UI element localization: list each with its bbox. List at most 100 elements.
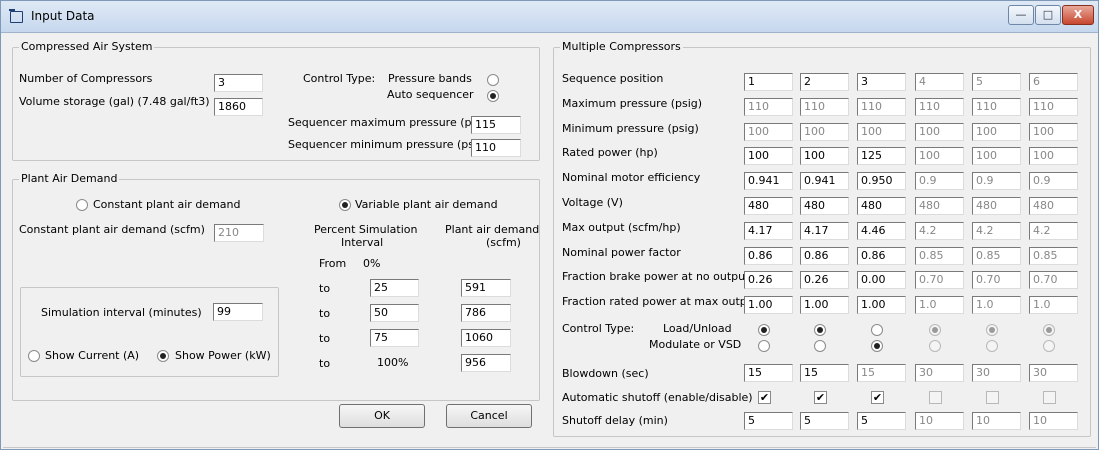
load-unload-radio[interactable] — [758, 324, 770, 336]
compressor-5-input[interactable]: 5 — [972, 73, 1021, 91]
demand-input[interactable]: 1060 — [461, 329, 511, 347]
compressor-1-input[interactable]: 1 — [744, 73, 793, 91]
compressor-4-input[interactable]: 0.70 — [915, 271, 964, 290]
modulate-vsd-radio[interactable] — [929, 340, 941, 352]
blowdown-input[interactable]: 30 — [915, 364, 964, 382]
compressor-5-input[interactable]: 480 — [972, 197, 1021, 215]
pressure-bands-radio[interactable] — [487, 74, 499, 86]
compressor-5-input[interactable]: 110 — [972, 97, 1021, 116]
compressor-2-input[interactable]: 0.941 — [800, 172, 849, 191]
compressor-6-input[interactable]: 480 — [1029, 197, 1078, 215]
compressor-5-input[interactable]: 1.0 — [972, 296, 1021, 315]
load-unload-radio[interactable] — [929, 324, 941, 336]
show-power-radio[interactable] — [157, 350, 169, 362]
compressor-2-input[interactable]: 480 — [800, 197, 849, 215]
compressor-4-input[interactable]: 0.85 — [915, 246, 964, 265]
auto-sequencer-radio[interactable] — [487, 90, 499, 102]
variable-demand-radio[interactable] — [339, 199, 351, 211]
constant-scfm-input[interactable]: 210 — [214, 224, 264, 242]
percent-input[interactable]: 25 — [370, 279, 419, 297]
compressor-3-input[interactable]: 4.46 — [857, 221, 906, 240]
constant-demand-radio[interactable] — [76, 199, 88, 211]
demand-input[interactable]: 956 — [461, 354, 511, 372]
blowdown-input[interactable]: 30 — [1029, 364, 1078, 382]
compressor-2-input[interactable]: 100 — [800, 147, 849, 166]
blowdown-input[interactable]: 15 — [857, 364, 906, 382]
compressor-3-input[interactable]: 480 — [857, 197, 906, 215]
blowdown-input[interactable]: 15 — [800, 364, 849, 382]
compressor-5-input[interactable]: 100 — [972, 122, 1021, 141]
compressor-5-input[interactable]: 0.9 — [972, 172, 1021, 191]
ok-button[interactable]: OK — [339, 404, 425, 428]
compressor-4-input[interactable]: 1.0 — [915, 296, 964, 315]
compressor-6-input[interactable]: 6 — [1029, 73, 1078, 91]
shutoff-delay-input[interactable]: 5 — [857, 412, 906, 430]
compressor-3-input[interactable]: 125 — [857, 147, 906, 166]
compressor-3-input[interactable]: 3 — [857, 73, 906, 91]
seq-max-pressure-input[interactable]: 115 — [471, 116, 521, 134]
compressor-4-input[interactable]: 100 — [915, 147, 964, 166]
compressor-3-input[interactable]: 100 — [857, 122, 906, 141]
minimize-button[interactable]: — — [1008, 5, 1034, 25]
auto-shutoff-checkbox[interactable]: ✔ — [871, 391, 884, 404]
compressor-3-input[interactable]: 0.00 — [857, 271, 906, 290]
compressor-6-input[interactable]: 110 — [1029, 97, 1078, 116]
simulation-interval-input[interactable]: 99 — [213, 303, 263, 321]
compressor-2-input[interactable]: 2 — [800, 73, 849, 91]
shutoff-delay-input[interactable]: 5 — [744, 412, 793, 430]
shutoff-delay-input[interactable]: 5 — [800, 412, 849, 430]
compressor-5-input[interactable]: 0.70 — [972, 271, 1021, 290]
compressor-2-input[interactable]: 0.26 — [800, 271, 849, 290]
auto-shutoff-checkbox[interactable] — [929, 391, 942, 404]
auto-shutoff-checkbox[interactable]: ✔ — [758, 391, 771, 404]
compressor-1-input[interactable]: 0.26 — [744, 271, 793, 290]
volume-storage-input[interactable]: 1860 — [214, 98, 263, 116]
load-unload-radio[interactable] — [1043, 324, 1055, 336]
compressor-5-input[interactable]: 0.85 — [972, 246, 1021, 265]
compressor-3-input[interactable]: 0.950 — [857, 172, 906, 191]
percent-input[interactable]: 75 — [370, 329, 419, 347]
title-bar[interactable]: Input Data — □ X — [1, 1, 1098, 33]
compressor-6-input[interactable]: 0.9 — [1029, 172, 1078, 191]
auto-shutoff-checkbox[interactable]: ✔ — [814, 391, 827, 404]
compressor-3-input[interactable]: 0.86 — [857, 246, 906, 265]
modulate-vsd-radio[interactable] — [814, 340, 826, 352]
load-unload-radio[interactable] — [871, 324, 883, 336]
maximize-button[interactable]: □ — [1035, 5, 1061, 25]
compressor-2-input[interactable]: 4.17 — [800, 221, 849, 240]
compressor-5-input[interactable]: 4.2 — [972, 221, 1021, 240]
compressor-2-input[interactable]: 0.86 — [800, 246, 849, 265]
compressor-2-input[interactable]: 1.00 — [800, 296, 849, 315]
shutoff-delay-input[interactable]: 10 — [915, 412, 964, 430]
modulate-vsd-radio[interactable] — [1043, 340, 1055, 352]
compressor-1-input[interactable]: 4.17 — [744, 221, 793, 240]
modulate-vsd-radio[interactable] — [758, 340, 770, 352]
compressor-4-input[interactable]: 4.2 — [915, 221, 964, 240]
compressor-6-input[interactable]: 4.2 — [1029, 221, 1078, 240]
compressor-1-input[interactable]: 1.00 — [744, 296, 793, 315]
shutoff-delay-input[interactable]: 10 — [972, 412, 1021, 430]
compressor-3-input[interactable]: 1.00 — [857, 296, 906, 315]
cancel-button[interactable]: Cancel — [446, 404, 532, 428]
blowdown-input[interactable]: 30 — [972, 364, 1021, 382]
seq-min-pressure-input[interactable]: 110 — [471, 139, 521, 157]
compressor-4-input[interactable]: 0.9 — [915, 172, 964, 191]
modulate-vsd-radio[interactable] — [986, 340, 998, 352]
demand-input[interactable]: 786 — [461, 304, 511, 322]
close-button[interactable]: X — [1062, 5, 1094, 25]
compressor-2-input[interactable]: 100 — [800, 122, 849, 141]
compressor-4-input[interactable]: 110 — [915, 97, 964, 116]
compressor-6-input[interactable]: 100 — [1029, 122, 1078, 141]
percent-input[interactable]: 50 — [370, 304, 419, 322]
show-current-radio[interactable] — [28, 350, 40, 362]
auto-shutoff-checkbox[interactable] — [1043, 391, 1056, 404]
compressor-4-input[interactable]: 480 — [915, 197, 964, 215]
compressor-6-input[interactable]: 1.0 — [1029, 296, 1078, 315]
compressor-4-input[interactable]: 100 — [915, 122, 964, 141]
shutoff-delay-input[interactable]: 10 — [1029, 412, 1078, 430]
compressor-1-input[interactable]: 480 — [744, 197, 793, 215]
load-unload-radio[interactable] — [986, 324, 998, 336]
num-compressors-input[interactable]: 3 — [214, 74, 263, 92]
compressor-5-input[interactable]: 100 — [972, 147, 1021, 166]
compressor-6-input[interactable]: 0.70 — [1029, 271, 1078, 290]
